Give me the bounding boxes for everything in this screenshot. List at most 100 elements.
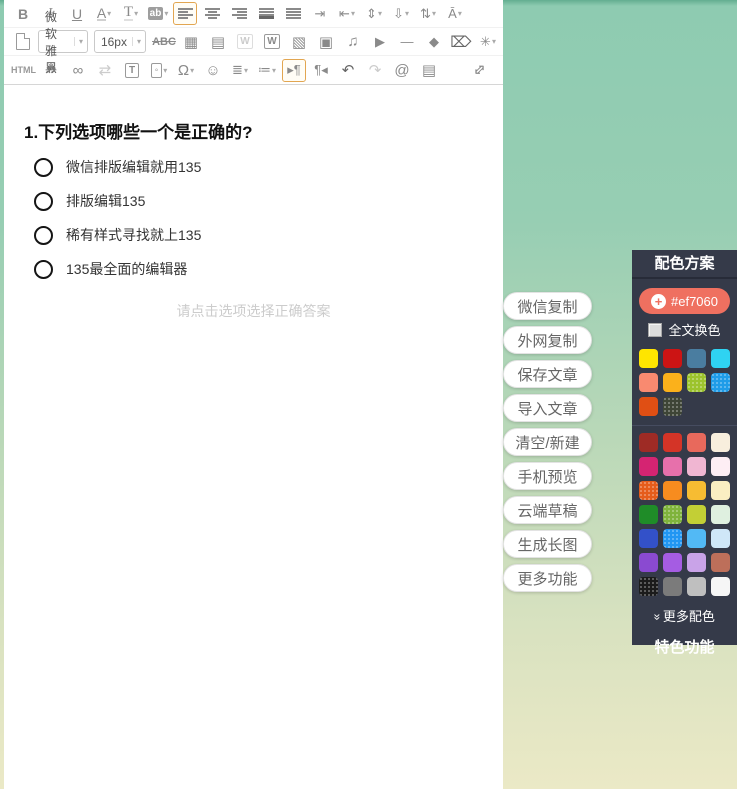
chart-frame-button[interactable]: ▤ [206, 30, 230, 53]
paragraph-spacing-button[interactable]: ⇩▾ [389, 2, 413, 25]
outdent-button[interactable]: ⇤▾ [335, 2, 359, 25]
option-radio-icon[interactable] [34, 226, 53, 245]
color-swatch[interactable] [687, 529, 706, 548]
letter-spacing-button[interactable]: Ā▾ [443, 2, 467, 25]
link-button[interactable]: ∞ [66, 59, 90, 82]
color-swatch[interactable] [663, 433, 682, 452]
color-swatch[interactable] [639, 433, 658, 452]
color-swatch[interactable] [687, 457, 706, 476]
color-swatch[interactable] [711, 457, 730, 476]
highlight-color-button[interactable]: ab▾ [146, 2, 170, 25]
option-radio-icon[interactable] [34, 260, 53, 279]
option-radio-icon[interactable] [34, 192, 53, 211]
template-page-button[interactable]: ◦▾ [147, 59, 171, 82]
align-bottom-button[interactable] [254, 2, 278, 25]
apply-all-row[interactable]: 全文换色 [632, 320, 737, 339]
editor-canvas[interactable]: 1.下列选项哪些一个是正确的? 微信排版编辑就用135 排版编辑135 稀有样式… [4, 85, 503, 789]
color-swatch[interactable] [639, 373, 658, 392]
external-copy-button[interactable]: 外网复制 [503, 326, 592, 354]
apply-all-checkbox[interactable] [648, 323, 662, 337]
strikethrough-button[interactable]: ABC [152, 30, 176, 53]
horizontal-rule-button[interactable]: — [395, 30, 419, 53]
find-replace-button[interactable]: @ [390, 59, 414, 82]
indent-button[interactable]: ⇥ [308, 2, 332, 25]
undo-button[interactable]: ↶ [336, 59, 360, 82]
color-swatch[interactable] [663, 505, 682, 524]
color-swatch[interactable] [711, 349, 730, 368]
color-swatch[interactable] [711, 577, 730, 596]
table-button[interactable]: ▦ [179, 30, 203, 53]
clear-new-button[interactable]: 清空/新建 [503, 428, 592, 456]
line-height-button[interactable]: ⇕▾ [362, 2, 386, 25]
color-swatch[interactable] [663, 349, 682, 368]
font-family-select[interactable]: 微软雅黑▾ [38, 30, 88, 53]
color-swatch[interactable] [663, 553, 682, 572]
color-swatch[interactable] [639, 577, 658, 596]
color-swatch[interactable] [663, 481, 682, 500]
color-swatch[interactable] [711, 553, 730, 572]
ordered-list-button[interactable]: ≣▾ [228, 59, 252, 82]
color-swatch[interactable] [711, 481, 730, 500]
color-swatch[interactable] [663, 373, 682, 392]
html-source-button[interactable]: HTML [11, 59, 36, 82]
rtl-paragraph-button[interactable]: ¶◂ [309, 59, 333, 82]
more-features-button[interactable]: 更多功能 [503, 564, 592, 592]
special-char-button[interactable]: Ω▾ [174, 59, 198, 82]
font-size-select[interactable]: 16px▾ [94, 30, 146, 53]
color-swatch[interactable] [639, 397, 658, 416]
paragraph-format-button[interactable]: ▤ [417, 59, 441, 82]
color-swatch[interactable] [687, 373, 706, 392]
insert-video-button[interactable]: ▶ [368, 30, 392, 53]
eraser-button[interactable]: ◆ [422, 30, 446, 53]
word-import-button[interactable]: W [233, 30, 257, 53]
redo-button[interactable]: ↷ [363, 59, 387, 82]
color-swatch[interactable] [663, 397, 682, 416]
color-swatch[interactable] [711, 529, 730, 548]
image-gallery-button[interactable]: ▣ [314, 30, 338, 53]
color-swatch[interactable] [663, 577, 682, 596]
save-article-button[interactable]: 保存文章 [503, 360, 592, 388]
align-justify-button[interactable] [281, 2, 305, 25]
color-swatch[interactable] [639, 457, 658, 476]
insert-image-button[interactable]: ▧ [287, 30, 311, 53]
color-swatch[interactable] [639, 349, 658, 368]
color-swatch[interactable] [711, 373, 730, 392]
cloud-draft-button[interactable]: 云端草稿 [503, 496, 592, 524]
question-option-2[interactable]: 排版编辑135 [34, 191, 503, 211]
insert-music-button[interactable]: ♫ [341, 30, 365, 53]
question-option-1[interactable]: 微信排版编辑就用135 [34, 157, 503, 177]
mobile-preview-button[interactable]: 手机预览 [503, 462, 592, 490]
blockquote-button[interactable]: ” [39, 59, 63, 82]
color-swatch[interactable] [663, 529, 682, 548]
text-frame-button[interactable]: T [120, 59, 144, 82]
clear-format-button[interactable]: ⌦ [449, 30, 473, 53]
emoji-button[interactable]: ☺ [201, 59, 225, 82]
option-radio-icon[interactable] [34, 158, 53, 177]
current-color-button[interactable]: + #ef7060 [639, 288, 730, 314]
question-option-4[interactable]: 135最全面的编辑器 [34, 259, 503, 279]
color-swatch[interactable] [687, 481, 706, 500]
color-swatch[interactable] [687, 505, 706, 524]
color-swatch[interactable] [711, 433, 730, 452]
color-swatch[interactable] [687, 349, 706, 368]
vertical-spacing-button[interactable]: ⇅▾ [416, 2, 440, 25]
import-article-button[interactable]: 导入文章 [503, 394, 592, 422]
fullscreen-button[interactable]: ⇕ [467, 59, 491, 82]
align-right-button[interactable] [227, 2, 251, 25]
magic-wand-button[interactable]: ✳▾ [476, 30, 500, 53]
ltr-paragraph-button[interactable]: ▸¶ [282, 59, 306, 82]
color-swatch[interactable] [639, 553, 658, 572]
color-swatch[interactable] [663, 457, 682, 476]
text-style-button[interactable]: T▾ [119, 2, 143, 25]
generate-image-button[interactable]: 生成长图 [503, 530, 592, 558]
color-swatch[interactable] [711, 505, 730, 524]
font-color-button[interactable]: A▾ [92, 2, 116, 25]
align-center-button[interactable] [200, 2, 224, 25]
bold-button[interactable]: B [11, 2, 35, 25]
color-swatch[interactable] [639, 529, 658, 548]
wechat-copy-button[interactable]: 微信复制 [503, 292, 592, 320]
more-colors-button[interactable]: »更多配色 [632, 606, 737, 625]
color-swatch[interactable] [687, 577, 706, 596]
color-swatch[interactable] [639, 505, 658, 524]
color-swatch[interactable] [639, 481, 658, 500]
